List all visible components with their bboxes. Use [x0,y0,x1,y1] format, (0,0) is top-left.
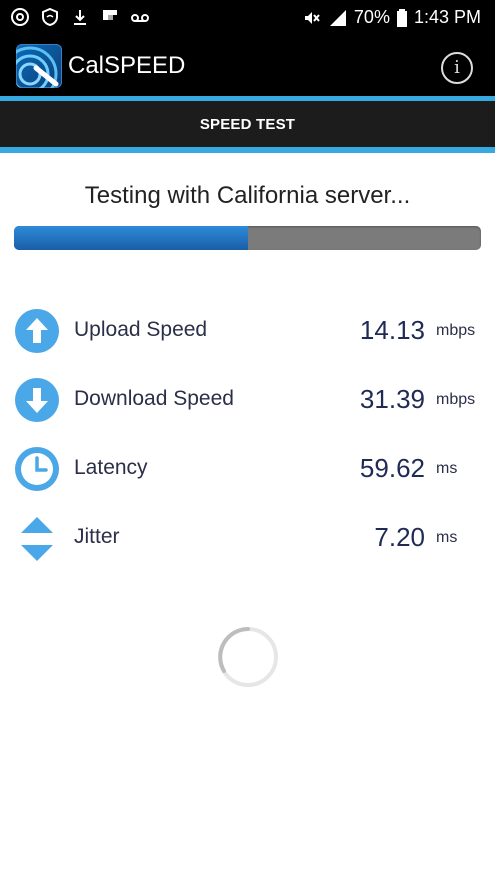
metric-label: Latency [74,456,148,479]
metric-label: Jitter [74,525,120,548]
upload-arrow-icon [15,309,59,353]
metric-value: 31.39 [359,384,425,414]
test-progress-bar [14,226,481,250]
voicemail-icon [131,14,149,22]
test-status-text: Testing with California server... [84,182,411,209]
metric-unit: mbps [436,391,476,408]
download-arrow-icon [15,378,59,422]
metric-value: 59.62 [359,453,425,483]
metric-unit: mbps [436,322,476,339]
metric-jitter: Jitter 7.20 ms [0,509,495,569]
circle-at-icon [11,8,29,26]
info-icon[interactable]: i [441,52,473,84]
calspeed-logo-icon [16,44,62,88]
loading-spinner-icon [218,627,278,687]
tab-bar: SPEED TEST [0,101,495,147]
up-down-arrows-icon [21,517,53,561]
clock-icon [15,447,59,491]
tab-speed-test[interactable]: SPEED TEST [0,116,495,133]
mute-icon [304,11,320,24]
clock-time: 1:43 PM [413,7,481,27]
metric-value: 7.20 [374,522,425,552]
metric-label: Download Speed [74,387,234,410]
app-title: CalSPEED [68,52,186,79]
download-icon [74,10,86,25]
app-bar: CalSPEED i [0,34,495,96]
lte-signal-icon [329,9,346,26]
metric-upload-speed: Upload Speed 14.13 mbps [0,302,495,362]
metric-unit: ms [436,460,458,477]
metric-label: Upload Speed [74,318,208,341]
status-bar: 70% 1:43 PM [0,0,495,34]
metric-latency: Latency 59.62 ms [0,440,495,500]
metric-value: 14.13 [359,315,425,345]
tab-indicator [0,147,495,153]
battery-percent: 70% [353,7,390,27]
shield-wifi-icon [42,7,58,27]
metric-download-speed: Download Speed 31.39 mbps [0,371,495,431]
metric-unit: ms [436,529,458,546]
flipboard-icon [103,10,117,20]
progress-fill [14,226,248,250]
battery-icon [396,8,407,27]
